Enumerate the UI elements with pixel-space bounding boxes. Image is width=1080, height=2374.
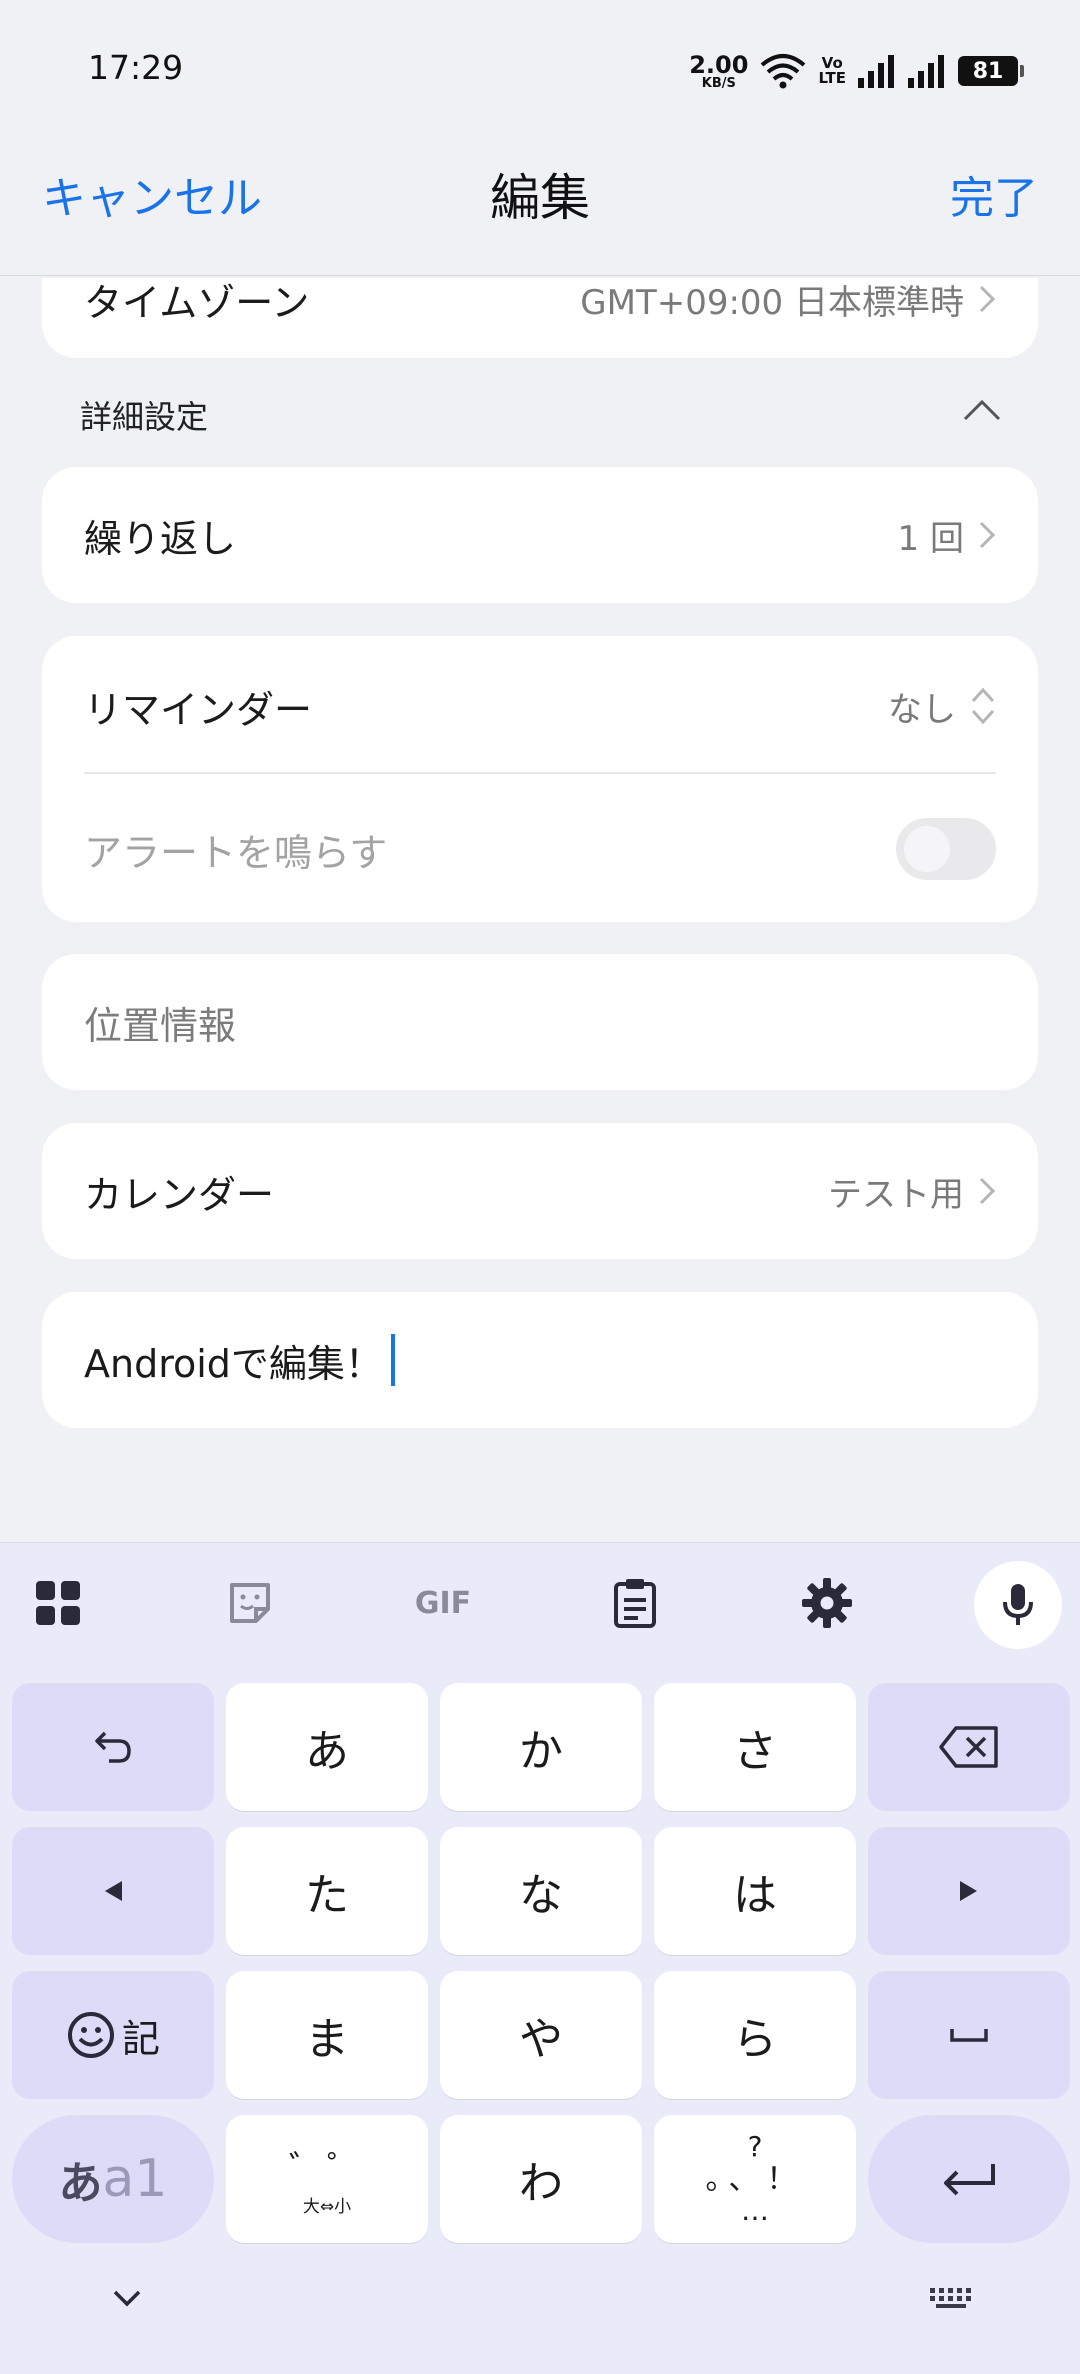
key-sa[interactable]: さ bbox=[654, 1683, 856, 1811]
page-title: 編集 bbox=[490, 169, 590, 227]
calendar-value: テスト用 bbox=[828, 1174, 964, 1215]
repeat-value: 1 回 bbox=[897, 518, 964, 559]
enter-key[interactable] bbox=[868, 2115, 1070, 2243]
punct-bottom-label: … bbox=[741, 2193, 769, 2227]
advanced-settings-title: 詳細設定 bbox=[80, 398, 209, 436]
timezone-label: タイムゾーン bbox=[84, 280, 310, 325]
undo-icon bbox=[95, 1731, 131, 1763]
alert-row: アラートを鳴らす bbox=[84, 818, 996, 880]
dakuten-main-label: ゛゜ bbox=[289, 2149, 365, 2189]
repeat-row[interactable]: 繰り返し 1 回 bbox=[42, 467, 1038, 603]
alert-toggle[interactable] bbox=[896, 818, 996, 880]
kigou-label: 記 bbox=[121, 2016, 160, 2061]
wifi-icon bbox=[761, 54, 806, 89]
dakuten-key[interactable]: ゛゜ 大⇔小 bbox=[226, 2115, 428, 2243]
apps-grid-icon[interactable] bbox=[28, 1573, 88, 1633]
key-ta[interactable]: た bbox=[226, 1827, 428, 1955]
keyboard-bottom-bar bbox=[0, 2240, 1080, 2374]
battery-icon: 81 bbox=[958, 56, 1024, 86]
key-na[interactable]: な bbox=[440, 1827, 642, 1955]
note-text: Androidで編集！ bbox=[84, 1341, 383, 1386]
cursor-left-key[interactable] bbox=[12, 1827, 214, 1955]
input-mode-key[interactable]: あ a1 bbox=[12, 2115, 214, 2243]
calendar-row[interactable]: カレンダー テスト用 bbox=[42, 1123, 1038, 1259]
triangle-right-icon bbox=[960, 1881, 977, 1901]
key-ma[interactable]: ま bbox=[226, 1971, 428, 2099]
note-field[interactable]: Androidで編集！ bbox=[42, 1292, 1038, 1428]
location-field[interactable]: 位置情報 bbox=[42, 954, 1038, 1090]
backspace-key[interactable] bbox=[868, 1683, 1070, 1811]
cursor-right-key[interactable] bbox=[868, 1827, 1070, 1955]
key-wa[interactable]: わ bbox=[440, 2115, 642, 2243]
keyboard-switch-icon[interactable] bbox=[928, 2286, 974, 2310]
backspace-icon bbox=[939, 1726, 998, 1768]
signal-icon-2 bbox=[908, 55, 944, 88]
status-bar: 17:29 2.00 KB/S Vo LTE 81 bbox=[0, 0, 1080, 140]
key-ka[interactable]: か bbox=[440, 1683, 642, 1811]
timezone-row[interactable]: タイムゾーン GMT+09:00 日本標準時 bbox=[42, 278, 1038, 358]
divider bbox=[84, 772, 996, 774]
done-button[interactable]: 完了 bbox=[950, 162, 1038, 226]
nav-bar: キャンセル 編集 完了 bbox=[0, 140, 1080, 276]
network-speed-unit: KB/S bbox=[701, 75, 736, 91]
network-speed-value: 2.00 bbox=[689, 50, 749, 79]
mode-kana-label: あ bbox=[58, 2158, 103, 2209]
network-speed: 2.00 KB/S bbox=[689, 53, 748, 90]
chevron-right-icon bbox=[979, 1177, 996, 1205]
emoji-icon bbox=[67, 2012, 114, 2058]
repeat-label: 繰り返し bbox=[84, 516, 237, 561]
reminder-row[interactable]: リマインダー なし bbox=[84, 681, 996, 732]
chevron-right-icon bbox=[979, 521, 996, 549]
punctuation-key[interactable]: ? 。、！ … bbox=[654, 2115, 856, 2243]
sticker-icon[interactable] bbox=[220, 1573, 280, 1633]
reminder-value: なし bbox=[888, 689, 956, 730]
keyboard-toolbar: GIF bbox=[0, 1543, 1080, 1661]
reminder-label: リマインダー bbox=[84, 687, 313, 732]
microphone-icon bbox=[1003, 1584, 1033, 1625]
emoji-symbol-key[interactable]: 記 bbox=[12, 1971, 214, 2099]
settings-gear-icon[interactable] bbox=[797, 1573, 857, 1633]
gif-icon[interactable]: GIF bbox=[408, 1573, 478, 1633]
key-ya[interactable]: や bbox=[440, 1971, 642, 2099]
clipboard-icon[interactable] bbox=[605, 1573, 665, 1633]
reminder-card: リマインダー なし アラートを鳴らす bbox=[42, 636, 1038, 922]
chevron-down-icon[interactable] bbox=[112, 2288, 142, 2308]
dakuten-sub-label: 大⇔小 bbox=[302, 2197, 352, 2217]
text-cursor bbox=[390, 1334, 395, 1386]
microphone-button[interactable] bbox=[974, 1561, 1062, 1649]
volte-icon: Vo LTE bbox=[818, 56, 846, 86]
location-placeholder: 位置情報 bbox=[84, 1003, 237, 1048]
triangle-left-icon bbox=[105, 1881, 122, 1901]
status-time: 17:29 bbox=[88, 48, 184, 87]
key-a[interactable]: あ bbox=[226, 1683, 428, 1811]
chevron-up-icon[interactable] bbox=[962, 398, 1002, 422]
alert-label: アラートを鳴らす bbox=[84, 830, 388, 875]
chevron-right-icon bbox=[979, 285, 996, 313]
up-down-chevron-icon bbox=[971, 687, 995, 725]
punct-mid-label: 。、！ bbox=[705, 2161, 805, 2197]
mode-alnum-label: a1 bbox=[102, 2149, 168, 2209]
enter-icon bbox=[944, 2164, 995, 2196]
space-icon bbox=[950, 2029, 988, 2042]
undo-key[interactable] bbox=[12, 1683, 214, 1811]
key-ra[interactable]: ら bbox=[654, 1971, 856, 2099]
gif-label: GIF bbox=[414, 1585, 472, 1621]
timezone-value: GMT+09:00 日本標準時 bbox=[580, 282, 964, 323]
signal-icon-1 bbox=[858, 55, 894, 88]
punct-top-label: ? bbox=[747, 2129, 763, 2163]
calendar-label: カレンダー bbox=[84, 1172, 275, 1217]
space-key[interactable] bbox=[868, 1971, 1070, 2099]
status-icons: 2.00 KB/S Vo LTE 81 bbox=[689, 48, 1024, 94]
volte-line-2: LTE bbox=[818, 69, 846, 87]
key-ha[interactable]: は bbox=[654, 1827, 856, 1955]
